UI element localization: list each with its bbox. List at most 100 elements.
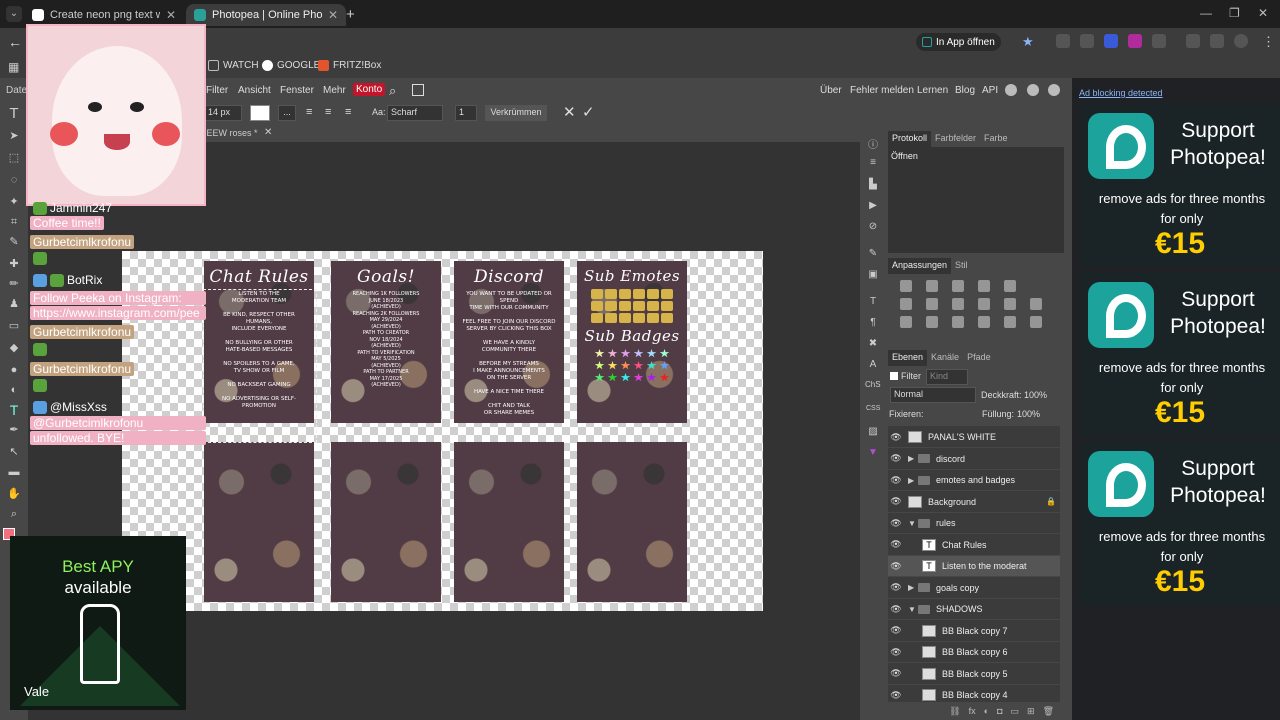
text-color-swatch[interactable]: [250, 105, 270, 121]
menu-mehr[interactable]: Mehr: [323, 85, 346, 96]
expand-icon[interactable]: ▶: [908, 476, 918, 485]
bookmark-star-icon[interactable]: ★: [1022, 34, 1034, 50]
visibility-eye-icon[interactable]: 👁: [888, 453, 904, 464]
browser-tab-2[interactable]: Photopea | Online Photo Editor ✕: [186, 4, 346, 26]
visibility-eye-icon[interactable]: 👁: [888, 432, 904, 443]
channel-mixer-icon[interactable]: [1004, 298, 1016, 310]
exposure-icon[interactable]: [978, 280, 990, 292]
account-button[interactable]: Konto: [353, 83, 386, 96]
align-center-icon[interactable]: ≡: [325, 106, 331, 118]
invert-icon[interactable]: [900, 316, 912, 328]
open-in-app-button[interactable]: In App öffnen: [916, 33, 1001, 51]
layer-row[interactable]: 👁 BB Black copy 5: [888, 663, 1060, 685]
document-tab[interactable]: IEEW roses *: [204, 128, 258, 138]
layer-row[interactable]: 👁 BB Black copy 6: [888, 642, 1060, 663]
layer-row[interactable]: 👁 T Listen to the moderat: [888, 556, 1060, 577]
reading-list-icon[interactable]: [1210, 34, 1224, 48]
fullscreen-icon[interactable]: [412, 84, 424, 96]
align-left-icon[interactable]: ≡: [306, 106, 312, 118]
menu-report-bug[interactable]: Fehler melden: [850, 85, 914, 96]
layer-row[interactable]: 👁 Background 🔒: [888, 491, 1060, 513]
vibrance-icon[interactable]: [1004, 280, 1016, 292]
tab-layers[interactable]: Ebenen: [888, 350, 928, 366]
layer-style-icon[interactable]: fx: [969, 706, 976, 716]
menu-filter[interactable]: Filter: [206, 85, 228, 96]
visibility-eye-icon[interactable]: 👁: [888, 690, 904, 701]
eyedropper-icon[interactable]: ✎: [7, 236, 21, 248]
new-group-icon[interactable]: ▭: [1011, 706, 1020, 717]
layer-row[interactable]: 👁 ▶ discord: [888, 448, 1060, 470]
menu-about[interactable]: Über: [820, 85, 842, 96]
expand-icon[interactable]: ▶: [908, 454, 918, 463]
healing-tool-icon[interactable]: ✚: [7, 258, 21, 270]
align-right-icon[interactable]: ≡: [345, 106, 351, 118]
brightness-icon[interactable]: [900, 280, 912, 292]
visibility-eye-icon[interactable]: 👁: [888, 582, 904, 593]
visibility-eye-icon[interactable]: 👁: [888, 668, 904, 679]
swatch-icon[interactable]: ▣: [866, 269, 880, 281]
plugin-icon[interactable]: ▼: [866, 447, 880, 459]
tab-adjustments[interactable]: Anpassungen: [888, 258, 952, 274]
color-balance-icon[interactable]: [926, 298, 938, 310]
photo-filter-icon[interactable]: [978, 298, 990, 310]
pen-tool-icon[interactable]: ✒: [7, 424, 21, 436]
levels-icon[interactable]: [926, 280, 938, 292]
extension-icon[interactable]: [1080, 34, 1094, 48]
antialias-select[interactable]: Scharf: [387, 105, 443, 121]
expand-icon[interactable]: ▶: [908, 583, 918, 592]
tab-paths[interactable]: Pfade: [963, 350, 995, 366]
tab-channels[interactable]: Kanäle: [927, 350, 963, 366]
replace-color-icon[interactable]: [1030, 316, 1042, 328]
bookmark-watch[interactable]: WATCH: [208, 60, 259, 71]
minimize-icon[interactable]: —: [1200, 6, 1212, 20]
eraser-tool-icon[interactable]: ▭: [7, 320, 21, 332]
blur-tool-icon[interactable]: ●: [7, 364, 21, 376]
layer-row[interactable]: 👁 ▼ rules: [888, 513, 1060, 534]
fill-tool-icon[interactable]: ◆: [7, 342, 21, 354]
filter-checkbox[interactable]: [890, 372, 898, 380]
ad-blocking-link[interactable]: Ad blocking detected: [1079, 88, 1163, 98]
actions-play-icon[interactable]: ▶: [866, 200, 880, 212]
glyph-icon[interactable]: A: [866, 359, 880, 371]
back-icon[interactable]: ←: [8, 34, 22, 50]
selective-color-icon[interactable]: [1004, 316, 1016, 328]
confirm-check-icon[interactable]: ✓: [582, 103, 595, 121]
visibility-eye-icon[interactable]: 👁: [888, 604, 904, 615]
kind-select[interactable]: Kind: [926, 369, 968, 385]
color-lookup-icon[interactable]: [1030, 298, 1042, 310]
tab-history[interactable]: Protokoll: [888, 131, 932, 147]
extension-icon[interactable]: [1056, 34, 1070, 48]
warp-text-button[interactable]: Verkrümmen: [485, 105, 547, 121]
zoom-tool-icon[interactable]: ⌕: [7, 508, 21, 520]
mask-icon[interactable]: ◘: [997, 706, 1002, 716]
text-tool-active-icon[interactable]: T: [7, 403, 21, 417]
move-tool-icon[interactable]: ➤: [7, 130, 21, 142]
extension-icon[interactable]: [1104, 34, 1118, 48]
extensions-puzzle-icon[interactable]: [1152, 34, 1166, 48]
close-tab-icon[interactable]: ✕: [328, 8, 338, 22]
lasso-tool-icon[interactable]: ◌: [7, 174, 21, 186]
search-icon[interactable]: ⌕: [389, 83, 396, 99]
visibility-eye-icon[interactable]: 👁: [888, 518, 904, 529]
layer-row[interactable]: 👁 ▼ SHADOWS: [888, 599, 1060, 620]
tab-style[interactable]: Stil: [951, 258, 972, 274]
menu-blog[interactable]: Blog: [955, 85, 975, 96]
black-white-icon[interactable]: [952, 298, 964, 310]
history-item[interactable]: Öffnen: [891, 151, 918, 161]
visibility-eye-icon[interactable]: 👁: [888, 561, 904, 572]
visibility-eye-icon[interactable]: 👁: [888, 625, 904, 636]
tab-search-button[interactable]: ⌄: [6, 6, 22, 22]
fill-value[interactable]: 100%: [1017, 409, 1040, 419]
menu-learn[interactable]: Lernen: [917, 85, 948, 96]
tab-swatches[interactable]: Farbfelder: [931, 131, 980, 147]
hand-tool-icon[interactable]: ✋: [7, 488, 21, 500]
menu-api[interactable]: API: [982, 85, 998, 96]
path-select-icon[interactable]: ↖: [7, 446, 21, 458]
file-menu-label[interactable]: Date: [6, 85, 27, 96]
tools-icon[interactable]: ✖: [866, 338, 880, 350]
cancel-icon[interactable]: ✕: [563, 103, 576, 121]
extension-icon[interactable]: [1128, 34, 1142, 48]
close-document-icon[interactable]: ✕: [264, 127, 272, 138]
brush-tool-icon[interactable]: ✏: [7, 278, 21, 290]
layer-row[interactable]: 👁 ▶ goals copy: [888, 577, 1060, 599]
